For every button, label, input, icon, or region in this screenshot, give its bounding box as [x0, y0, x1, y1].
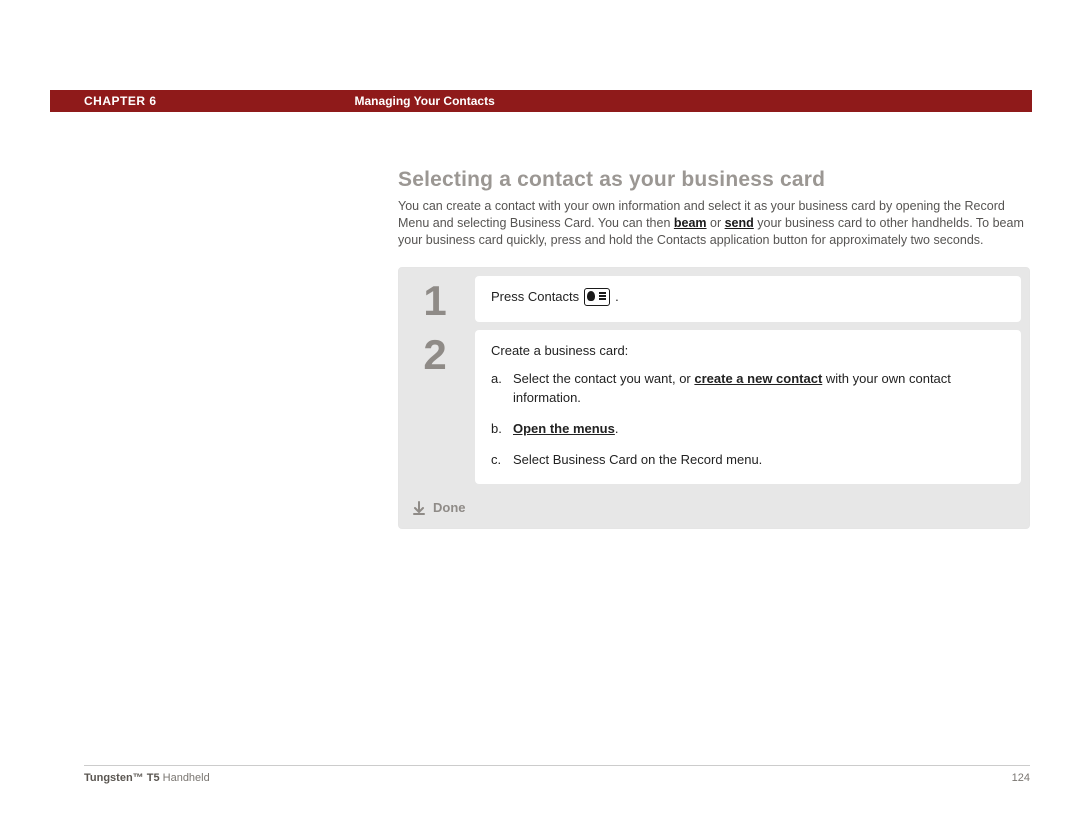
substep-a-before: Select the contact you want, or: [513, 371, 694, 386]
step-2: 2 Create a business card: a. Select the …: [407, 330, 1021, 484]
step-number: 1: [407, 276, 463, 322]
done-row: Done: [407, 492, 1021, 520]
create-new-contact-link[interactable]: create a new contact: [694, 371, 822, 386]
chapter-title: Managing Your Contacts: [355, 94, 495, 108]
footer-product-rest: Handheld: [160, 772, 210, 784]
substep-b-period: .: [615, 421, 619, 436]
intro-paragraph: You can create a contact with your own i…: [398, 198, 1030, 249]
chapter-header: CHAPTER 6 Managing Your Contacts: [50, 90, 1032, 112]
contacts-icon: [584, 288, 610, 306]
chapter-label: CHAPTER 6: [84, 94, 157, 108]
step-1-text: Press Contacts: [491, 288, 579, 307]
done-label: Done: [433, 500, 466, 515]
substep-c-letter: c.: [491, 451, 505, 470]
send-link[interactable]: send: [725, 216, 754, 230]
page-footer: Tungsten™ T5 Handheld 124: [84, 765, 1030, 784]
step-1-period: .: [615, 288, 619, 307]
substep-c-text: Select Business Card on the Record menu.: [513, 451, 1005, 470]
step-1-body: Press Contacts .: [475, 276, 1021, 322]
down-arrow-icon: [411, 500, 427, 516]
step-2-lead: Create a business card:: [491, 342, 1005, 361]
substep-a: a. Select the contact you want, or creat…: [491, 370, 1005, 408]
section-heading: Selecting a contact as your business car…: [398, 168, 1030, 192]
substep-c: c. Select Business Card on the Record me…: [491, 451, 1005, 470]
page-content: Selecting a contact as your business car…: [398, 168, 1030, 529]
step-1: 1 Press Contacts .: [407, 276, 1021, 322]
open-menus-link[interactable]: Open the menus: [513, 421, 615, 436]
beam-link[interactable]: beam: [674, 216, 707, 230]
substep-a-letter: a.: [491, 370, 505, 408]
substep-b-letter: b.: [491, 420, 505, 439]
steps-container: 1 Press Contacts . 2 Create a business c…: [398, 267, 1030, 529]
footer-page-number: 124: [1012, 772, 1030, 784]
step-2-body: Create a business card: a. Select the co…: [475, 330, 1021, 484]
intro-text-mid: or: [707, 216, 725, 230]
footer-product-bold: Tungsten™ T5: [84, 772, 160, 784]
substep-b: b. Open the menus.: [491, 420, 1005, 439]
footer-product: Tungsten™ T5 Handheld: [84, 772, 210, 784]
step-number: 2: [407, 330, 463, 484]
